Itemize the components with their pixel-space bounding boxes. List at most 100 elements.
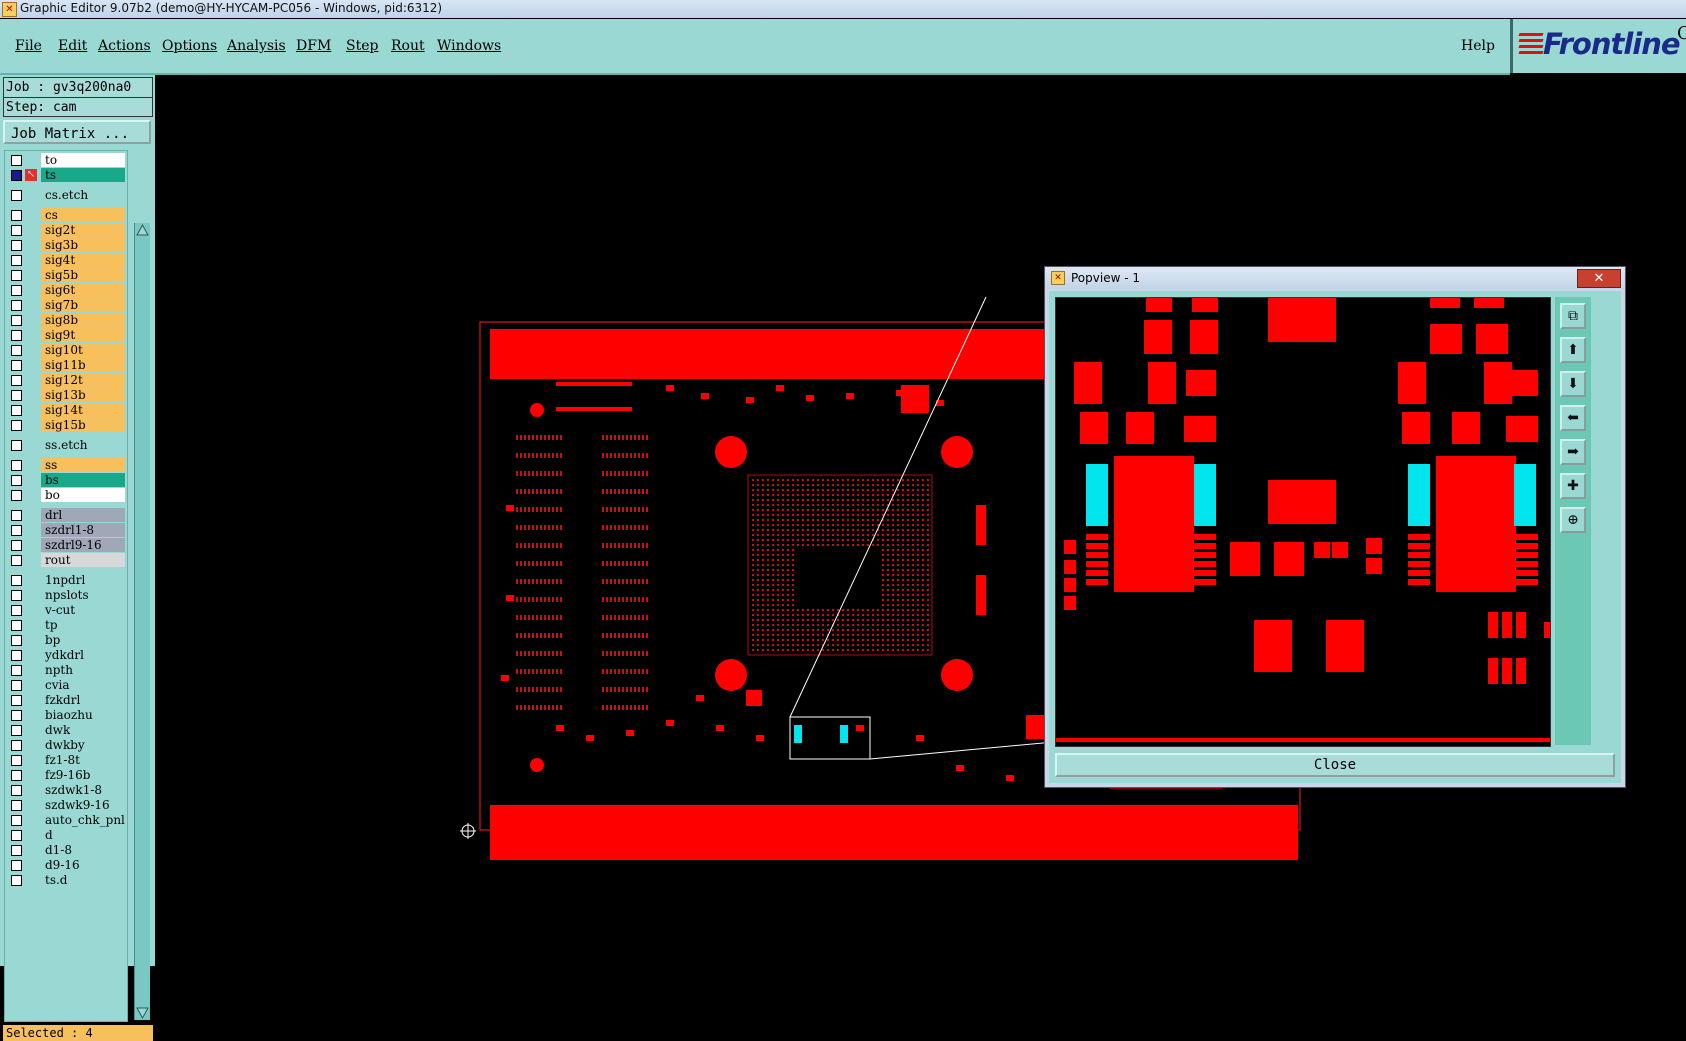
layer-checkbox[interactable] — [11, 540, 22, 551]
menu-edit[interactable]: Edit — [58, 38, 87, 54]
layer-name[interactable]: szdrl1-8 — [41, 523, 125, 537]
layer-checkbox[interactable] — [11, 605, 22, 616]
layer-row[interactable]: npslots — [5, 588, 127, 603]
layer-row[interactable]: biaozhu — [5, 708, 127, 723]
layer-name[interactable]: fz9-16b — [41, 768, 125, 782]
zoom-out-icon[interactable]: ⊕ — [1560, 507, 1586, 533]
layer-name[interactable]: d9-16 — [41, 858, 125, 872]
layer-name[interactable]: sig12t — [41, 373, 125, 387]
layer-name[interactable]: ss.etch — [41, 438, 125, 452]
layer-checkbox[interactable] — [11, 210, 22, 221]
layer-name[interactable]: szdrl9-16 — [41, 538, 125, 552]
layer-row[interactable]: sig12t — [5, 373, 127, 388]
layer-row[interactable]: v-cut — [5, 603, 127, 618]
layer-row[interactable]: fz1-8t — [5, 753, 127, 768]
layer-name[interactable]: cs — [41, 208, 125, 222]
layer-checkbox[interactable] — [11, 390, 22, 401]
layer-row[interactable]: d — [5, 828, 127, 843]
layer-checkbox[interactable] — [11, 815, 22, 826]
menu-rout[interactable]: Rout — [391, 38, 425, 54]
layer-name[interactable]: cs.etch — [41, 188, 125, 202]
layer-name[interactable]: sig7b — [41, 298, 125, 312]
pan-right-icon[interactable]: ➡ — [1560, 439, 1586, 465]
pan-left-icon[interactable]: ⬅ — [1560, 405, 1586, 431]
zoom-in-icon[interactable]: ✚ — [1560, 473, 1586, 499]
popview-close-x-button[interactable]: ✕ — [1577, 269, 1621, 288]
layer-name[interactable]: fzkdrl — [41, 693, 125, 707]
layer-checkbox[interactable] — [11, 800, 22, 811]
layer-checkbox[interactable] — [11, 695, 22, 706]
menu-windows[interactable]: Windows — [437, 38, 501, 54]
layer-checkbox[interactable] — [11, 155, 22, 166]
layer-row[interactable]: 1npdrl — [5, 573, 127, 588]
layer-checkbox[interactable] — [11, 710, 22, 721]
layer-checkbox[interactable] — [11, 405, 22, 416]
pan-up-icon[interactable]: ⬆ — [1560, 337, 1586, 363]
layer-name[interactable]: 1npdrl — [41, 573, 125, 587]
popview-canvas[interactable] — [1055, 297, 1551, 747]
menu-help[interactable]: Help — [1461, 38, 1495, 54]
layer-checkbox[interactable] — [11, 875, 22, 886]
layer-checkbox[interactable] — [11, 420, 22, 431]
layer-checkbox[interactable] — [11, 860, 22, 871]
layer-row[interactable]: d1-8 — [5, 843, 127, 858]
layer-name[interactable]: ydkdrl — [41, 648, 125, 662]
layer-name[interactable]: v-cut — [41, 603, 125, 617]
layer-row[interactable]: sig14t — [5, 403, 127, 418]
layer-name[interactable]: cvia — [41, 678, 125, 692]
layer-row[interactable]: cs.etch — [5, 188, 127, 203]
layer-name[interactable]: szdwk9-16 — [41, 798, 125, 812]
layer-checkbox[interactable] — [11, 575, 22, 586]
layer-checkbox[interactable] — [11, 255, 22, 266]
menu-step[interactable]: Step — [346, 38, 378, 54]
layer-row[interactable]: d9-16 — [5, 858, 127, 873]
layer-row[interactable]: sig3b — [5, 238, 127, 253]
layer-name[interactable]: tp — [41, 618, 125, 632]
layer-name[interactable]: szdwk1-8 — [41, 783, 125, 797]
layer-name[interactable]: bp — [41, 633, 125, 647]
layer-checkbox[interactable] — [11, 490, 22, 501]
layer-name[interactable]: sig8b — [41, 313, 125, 327]
layer-checkbox[interactable] — [11, 755, 22, 766]
layer-row[interactable]: dwkby — [5, 738, 127, 753]
layer-name[interactable]: fz1-8t — [41, 753, 125, 767]
layer-name[interactable]: sig10t — [41, 343, 125, 357]
layer-checkbox[interactable] — [11, 555, 22, 566]
layer-row[interactable]: ss.etch — [5, 438, 127, 453]
menu-options[interactable]: Options — [162, 38, 217, 54]
layer-row[interactable]: bo — [5, 488, 127, 503]
layer-checkbox[interactable] — [11, 635, 22, 646]
layer-name[interactable]: sig11b — [41, 358, 125, 372]
layer-row[interactable]: cs — [5, 208, 127, 223]
layer-checkbox[interactable] — [11, 770, 22, 781]
layer-row[interactable]: sig13b — [5, 388, 127, 403]
layer-row[interactable]: dwk — [5, 723, 127, 738]
layer-checkbox[interactable] — [11, 740, 22, 751]
layer-name[interactable]: drl — [41, 508, 125, 522]
layer-name[interactable]: ss — [41, 458, 125, 472]
layer-checkbox[interactable] — [11, 345, 22, 356]
layer-checkbox[interactable] — [11, 845, 22, 856]
layer-row[interactable]: drl — [5, 508, 127, 523]
layer-row[interactable]: sig15b — [5, 418, 127, 433]
layer-name[interactable]: sig4t — [41, 253, 125, 267]
layer-row[interactable]: sig2t — [5, 223, 127, 238]
layer-name[interactable]: d1-8 — [41, 843, 125, 857]
layer-row[interactable]: bp — [5, 633, 127, 648]
layer-checkbox[interactable] — [11, 590, 22, 601]
menu-file[interactable]: File — [15, 38, 42, 54]
layer-row[interactable]: sig7b — [5, 298, 127, 313]
layer-row[interactable]: szdrl1-8 — [5, 523, 127, 538]
layer-name[interactable]: dwk — [41, 723, 125, 737]
layer-row[interactable]: fzkdrl — [5, 693, 127, 708]
layer-row[interactable]: ydkdrl — [5, 648, 127, 663]
layer-name[interactable]: sig15b — [41, 418, 125, 432]
layer-name[interactable]: d — [41, 828, 125, 842]
layer-name[interactable]: sig3b — [41, 238, 125, 252]
layer-row[interactable]: sig5b — [5, 268, 127, 283]
layer-name[interactable]: to — [41, 153, 125, 167]
popview-close-button[interactable]: Close — [1055, 753, 1615, 777]
layer-checkbox[interactable] — [11, 225, 22, 236]
layer-row[interactable]: sig8b — [5, 313, 127, 328]
layer-row[interactable]: bs — [5, 473, 127, 488]
